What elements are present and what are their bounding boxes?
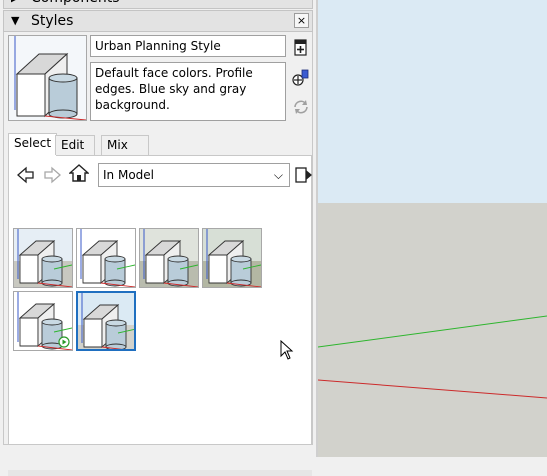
details-flyout-icon[interactable] [294,165,314,185]
thumbnail-model-image [77,229,135,287]
style-thumbnail[interactable] [13,291,73,351]
model-viewport[interactable] [318,0,547,457]
style-thumbnail[interactable] [13,228,73,288]
close-button[interactable]: × [294,13,309,28]
style-preview-thumbnail [8,35,87,121]
components-panel-header[interactable]: ▶ Components [3,0,313,9]
red-axis-line [318,379,547,399]
style-thumbnail[interactable] [202,228,262,288]
refresh-icon[interactable] [292,98,310,116]
tab-mix[interactable]: Mix [101,135,149,155]
tab-edit[interactable]: Edit [55,135,95,155]
styles-panel-header[interactable]: ▼ Styles × [3,10,313,32]
style-thumbnail[interactable] [139,228,199,288]
style-name-input[interactable] [90,35,286,57]
tab-select[interactable]: Select [8,133,58,156]
thumbnail-model-image [78,293,134,349]
chevron-down-icon: ⌵ [273,168,283,182]
expand-triangle-icon: ▶ [11,0,19,8]
collapse-triangle-icon: ▼ [11,14,20,27]
forward-arrow-icon[interactable] [42,165,62,185]
styles-tabs: Select Edit Mix [8,133,312,156]
style-thumbnail[interactable] [76,228,136,288]
components-title: Components [31,0,120,8]
styles-panel-body: Default face colors. Profile edges. Blue… [3,32,313,476]
mouse-pointer-icon [280,340,294,360]
collection-dropdown[interactable]: In Model ⌵ [98,163,290,187]
style-description-field[interactable]: Default face colors. Profile edges. Blue… [90,62,286,121]
collection-selected-value: In Model [103,168,154,182]
home-icon[interactable] [69,163,89,183]
panel-bottom-strip [8,470,312,476]
default-tray: ▶ Components ▼ Styles × Default face col… [0,0,318,476]
update-style-icon[interactable] [292,68,310,86]
thumbnail-model-image [140,229,198,287]
green-axis-line [318,315,547,348]
viewport-axes [318,315,547,399]
thumbnail-model-image [14,292,72,350]
thumbnail-model-image [14,229,72,287]
select-tab-content: In Model ⌵ [8,156,312,445]
tray-divider[interactable] [316,0,318,457]
create-style-icon[interactable] [292,39,310,57]
styles-title: Styles [31,13,74,29]
back-arrow-icon[interactable] [16,165,36,185]
thumbnail-model-image [203,229,261,287]
style-thumbnail[interactable] [76,291,136,351]
